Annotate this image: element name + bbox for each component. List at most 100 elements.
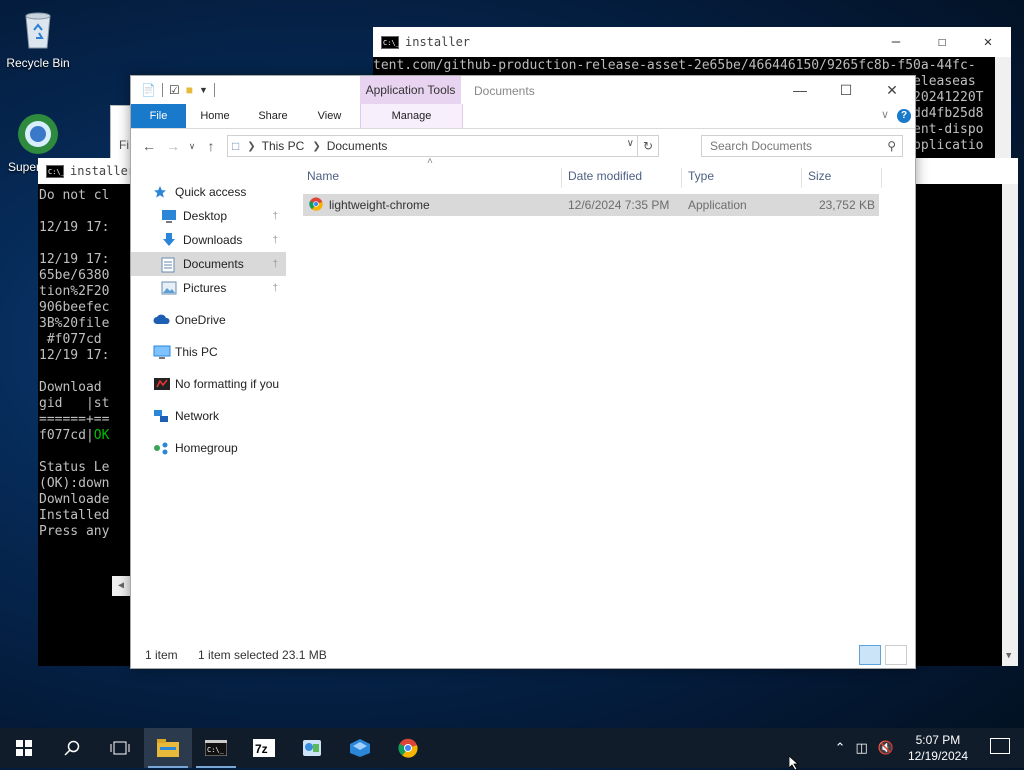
console-scrollbar[interactable]: ▼ (1002, 184, 1018, 666)
taskbar-control-panel[interactable] (288, 728, 336, 768)
pin-icon[interactable]: † (272, 211, 278, 222)
show-hidden-icons-icon[interactable]: ⌃ (835, 740, 846, 756)
partial-label: Fi (119, 138, 129, 152)
pin-icon[interactable]: † (272, 259, 278, 270)
console-title-bar[interactable]: installer — ☐ ✕ (373, 27, 1011, 57)
ribbon-expand-icon[interactable]: ∨ (881, 108, 889, 121)
drive-icon (153, 377, 170, 391)
tab-manage[interactable]: Manage (360, 104, 463, 128)
maximize-button[interactable]: ☐ (823, 76, 869, 104)
file-size: 23,752 KB (818, 198, 875, 212)
address-dropdown-icon[interactable]: ∨ (627, 138, 634, 149)
nav-item-network[interactable]: Network (131, 404, 286, 428)
properties-icon[interactable]: 📄 (141, 83, 156, 97)
refresh-icon[interactable]: ↻ (637, 136, 658, 156)
back-button[interactable]: ← (137, 138, 161, 154)
task-view-icon (110, 741, 130, 755)
tab-view[interactable]: View (302, 104, 357, 128)
breadcrumb-documents[interactable]: Documents (327, 139, 388, 153)
minimize-button[interactable]: — (873, 34, 919, 50)
console-line: gid |st (39, 396, 110, 411)
network-icon[interactable]: ◫ (856, 740, 868, 756)
nav-item-onedrive[interactable]: OneDrive (131, 308, 286, 332)
help-icon[interactable]: ? (897, 109, 911, 123)
terminal-icon: C:\_ (205, 740, 227, 756)
document-icon (161, 257, 177, 273)
homegroup-icon (153, 441, 169, 455)
taskbar-chrome[interactable] (384, 728, 432, 768)
cmd-icon (381, 35, 400, 51)
breadcrumb-this-pc[interactable]: This PC (262, 139, 305, 153)
nav-item-quick-access[interactable]: Quick access (131, 180, 286, 204)
nav-item-documents[interactable]: Documents † (131, 252, 286, 276)
search-icon (64, 740, 80, 756)
column-date-modified[interactable]: Date modified (568, 169, 642, 183)
nav-item-no-formatting-if-you[interactable]: No formatting if you (131, 372, 286, 396)
start-button[interactable] (0, 728, 48, 768)
details-view-icon[interactable] (859, 645, 881, 665)
tab-file[interactable]: File (131, 104, 186, 128)
up-button[interactable]: ↑ (199, 138, 223, 154)
taskbar-command-prompt[interactable]: C:\_ (192, 728, 240, 768)
nav-item-pictures[interactable]: Pictures † (131, 276, 286, 300)
selection-info: 1 item selected 23.1 MB (198, 648, 327, 662)
window-controls: — ☐ ✕ (777, 76, 915, 104)
task-view-button[interactable] (96, 728, 144, 768)
desktop-icon-recycle-bin[interactable]: Recycle Bin (0, 8, 76, 70)
taskbar-installer-app[interactable] (336, 728, 384, 768)
recent-locations-icon[interactable]: ∨ (185, 141, 199, 152)
tab-home[interactable]: Home (186, 104, 244, 128)
console-line: 12/19 17: (39, 348, 110, 363)
search-input[interactable]: Search Documents ⚲ (701, 135, 903, 157)
view-toggle (859, 645, 907, 665)
column-type[interactable]: Type (688, 169, 714, 183)
nav-item-this-pc[interactable]: This PC (131, 340, 286, 364)
file-row[interactable]: lightweight-chrome 12/6/2024 7:35 PM App… (303, 194, 879, 216)
minimize-button[interactable]: — (777, 76, 823, 104)
nav-item-label: Downloads (183, 233, 243, 247)
nav-item-downloads[interactable]: Downloads † (131, 228, 286, 252)
nav-item-desktop[interactable]: Desktop † (131, 204, 286, 228)
folder-icon (157, 739, 179, 757)
chevron-right-icon[interactable]: ❯ (247, 141, 255, 152)
taskbar-file-explorer[interactable] (144, 728, 192, 768)
pin-icon[interactable]: † (272, 235, 278, 246)
new-folder-icon[interactable]: ■ (186, 83, 193, 97)
clock[interactable]: 5:07 PM 12/19/2024 (908, 732, 968, 764)
taskbar-7zip[interactable]: 7z (240, 728, 288, 768)
scroll-left-icon[interactable]: ◀ (112, 576, 130, 596)
close-button[interactable]: ✕ (869, 76, 915, 104)
window-controls: — ☐ ✕ (873, 34, 1011, 50)
cloud-icon (153, 313, 170, 327)
chevron-right-icon[interactable]: ❯ (312, 141, 320, 152)
pin-icon[interactable]: † (272, 283, 278, 294)
svg-text:7z: 7z (255, 742, 268, 756)
action-center-icon[interactable] (990, 738, 1010, 754)
tab-share[interactable]: Share (244, 104, 302, 128)
close-button[interactable]: ✕ (965, 34, 1011, 50)
nav-item-label: Pictures (183, 281, 227, 295)
search-icon[interactable]: ⚲ (887, 139, 896, 153)
qat-dropdown-icon[interactable]: ▼ (199, 85, 208, 95)
installer-icon (350, 739, 370, 757)
address-bar[interactable]: □ ❯ This PC ❯ Documents ∨ ↻ (227, 135, 659, 157)
file-explorer-window[interactable]: 📄 ☑ ■ ▼ Application Tools Documents — ☐ … (130, 75, 916, 669)
large-icons-view-icon[interactable] (885, 645, 907, 665)
volume-muted-icon[interactable]: 🔇 (878, 740, 894, 756)
explorer-title-bar[interactable]: 📄 ☑ ■ ▼ Application Tools Documents — ☐ … (131, 76, 915, 104)
window-title: installer (405, 35, 471, 49)
super-app-icon (16, 112, 60, 156)
console-line: Press any (39, 524, 110, 539)
column-size[interactable]: Size (808, 169, 831, 183)
scroll-down-icon[interactable]: ▼ (1006, 648, 1011, 664)
forward-button[interactable]: → (161, 138, 185, 154)
search-button[interactable] (48, 728, 96, 768)
column-name[interactable]: Name (307, 169, 339, 183)
console-line: 906beefec (39, 300, 110, 315)
chrome-icon (309, 197, 323, 214)
maximize-button[interactable]: ☐ (919, 34, 965, 50)
console-line: tent.com/github-production-release-asset… (373, 58, 976, 73)
cmd-icon (46, 164, 65, 180)
nav-item-homegroup[interactable]: Homegroup (131, 436, 286, 460)
checkmark-icon[interactable]: ☑ (169, 83, 180, 97)
